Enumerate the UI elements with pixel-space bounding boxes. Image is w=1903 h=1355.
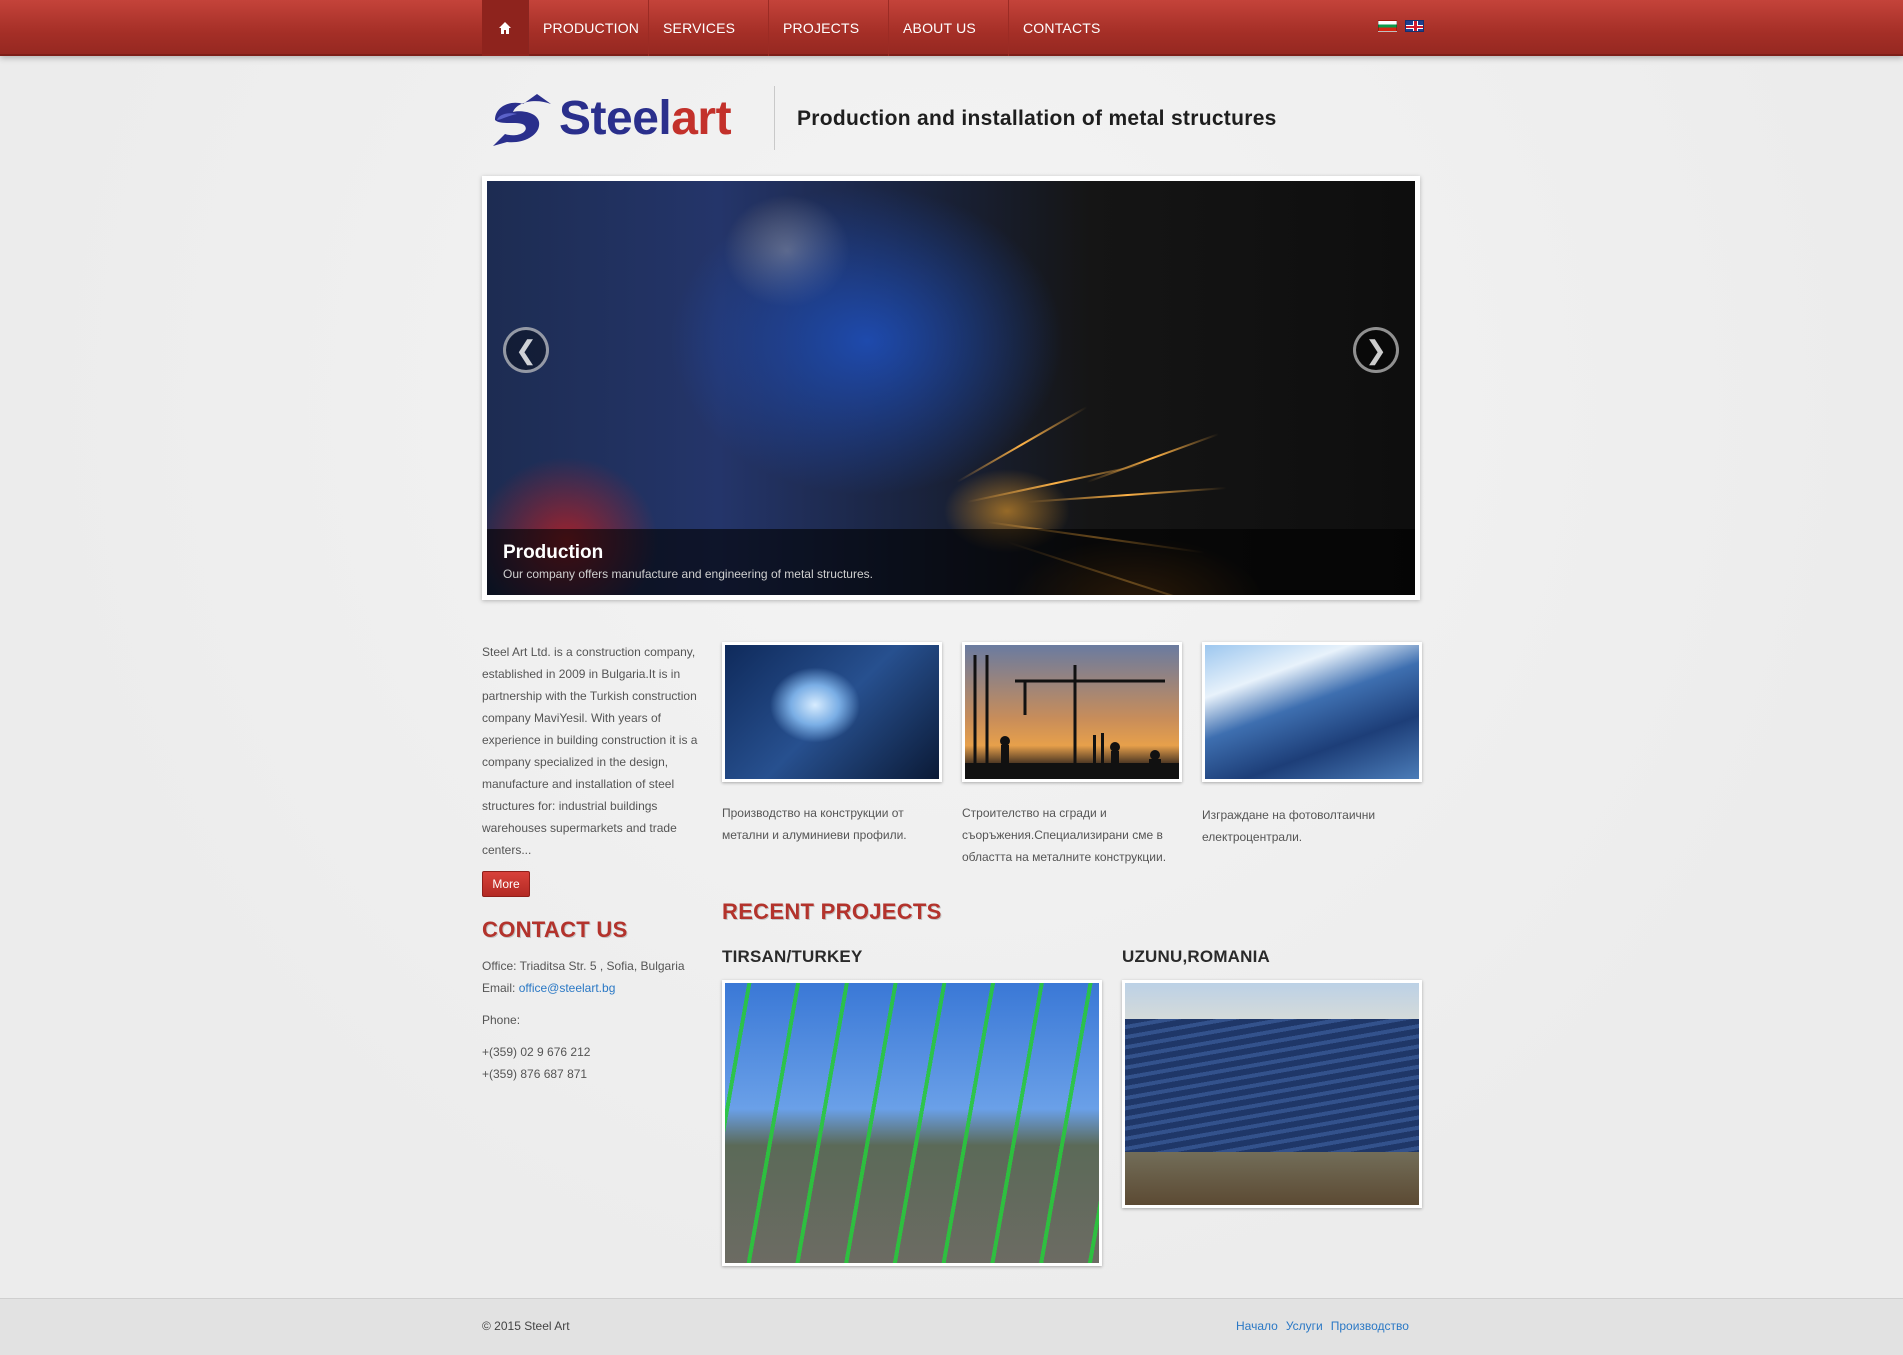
contact-details: Office: Triaditsa Str. 5 , Sofia, Bulgar… xyxy=(482,955,685,1085)
email-label: Email: xyxy=(482,981,519,995)
solar-field-image xyxy=(1125,983,1419,1205)
slider-next-button[interactable]: ❯ xyxy=(1353,327,1399,373)
project-image-tirsan[interactable] xyxy=(722,980,1102,1266)
slide-caption: Production Our company offers manufactur… xyxy=(487,529,1415,595)
footer-link-services[interactable]: Услуги xyxy=(1286,1319,1323,1333)
logo-text-art: art xyxy=(671,91,732,145)
welding-image xyxy=(725,645,939,779)
main-menu: PRODUCTION SERVICES PROJECTS ABOUT US CO… xyxy=(482,0,1129,56)
phone-number-1: +(359) 02 9 676 212 xyxy=(482,1045,591,1059)
company-intro-text: Steel Art Ltd. is a construction company… xyxy=(482,645,698,857)
email-line: Email: office@steelart.bg xyxy=(482,977,685,999)
slide-title: Production xyxy=(503,542,604,563)
recent-projects-heading: RECENT PROJECTS xyxy=(722,899,942,924)
email-link[interactable]: office@steelart.bg xyxy=(519,981,616,995)
crane-silhouette-image xyxy=(965,645,1179,779)
slider-prev-button[interactable]: ❮ xyxy=(503,327,549,373)
office-address: Office: Triaditsa Str. 5 , Sofia, Bulgar… xyxy=(482,959,685,973)
header-divider xyxy=(774,86,775,150)
copyright-text: © 2015 Steel Art xyxy=(482,1319,570,1333)
nav-item-contacts[interactable]: CONTACTS xyxy=(1009,0,1129,56)
site-logo[interactable]: Steelart xyxy=(487,86,749,150)
steelart-logo-icon xyxy=(493,94,551,146)
language-switcher xyxy=(1378,20,1424,32)
logo-text-steel: Steel xyxy=(559,91,672,145)
hero-slider: ❮ ❯ Production Our company offers manufa… xyxy=(482,176,1420,600)
site-tagline: Production and installation of metal str… xyxy=(797,107,1277,130)
steel-frame-image xyxy=(725,983,1099,1263)
contact-heading: CONTACT US xyxy=(482,917,628,942)
footer-link-production[interactable]: Производство xyxy=(1331,1319,1409,1333)
project-title-uzunu[interactable]: UZUNU,ROMANIA xyxy=(1122,947,1270,967)
slide-description: Our company offers manufacture and engin… xyxy=(503,567,873,581)
home-icon xyxy=(499,22,511,34)
more-button[interactable]: More xyxy=(482,871,530,897)
footer-link-home[interactable]: Начало xyxy=(1236,1319,1278,1333)
phone-label: Phone: xyxy=(482,1013,521,1027)
slide-welding-image: ❮ ❯ Production Our company offers manufa… xyxy=(487,181,1415,595)
feature-thumb-construction[interactable] xyxy=(962,642,1182,782)
feature-text-production: Производство на конструкции от метални и… xyxy=(722,806,907,842)
nav-item-services[interactable]: SERVICES xyxy=(649,0,769,56)
nav-home[interactable] xyxy=(482,0,529,56)
feature-thumb-solar[interactable] xyxy=(1202,642,1422,782)
top-navigation-bar: PRODUCTION SERVICES PROJECTS ABOUT US CO… xyxy=(0,0,1903,56)
project-image-uzunu[interactable] xyxy=(1122,980,1422,1208)
phone-number-2: +(359) 876 687 871 xyxy=(482,1067,588,1081)
feature-thumb-welding[interactable] xyxy=(722,642,942,782)
nav-item-production[interactable]: PRODUCTION xyxy=(529,0,649,56)
project-title-tirsan[interactable]: TIRSAN/TURKEY xyxy=(722,947,863,967)
feature-text-construction: Строителство на сгради и съоръжения.Спец… xyxy=(962,806,1167,864)
feature-text-photovoltaic: Изграждане на фотоволтаични електроцентр… xyxy=(1202,808,1376,844)
footer-links: Начало Услуги Производство xyxy=(1236,1319,1409,1333)
nav-item-projects[interactable]: PROJECTS xyxy=(769,0,889,56)
solar-panel-image xyxy=(1205,645,1419,779)
nav-item-about-us[interactable]: ABOUT US xyxy=(889,0,1009,56)
bulgarian-flag-icon[interactable] xyxy=(1378,20,1397,32)
site-footer: © 2015 Steel Art Начало Услуги Производс… xyxy=(0,1298,1903,1355)
english-flag-icon[interactable] xyxy=(1405,20,1424,32)
